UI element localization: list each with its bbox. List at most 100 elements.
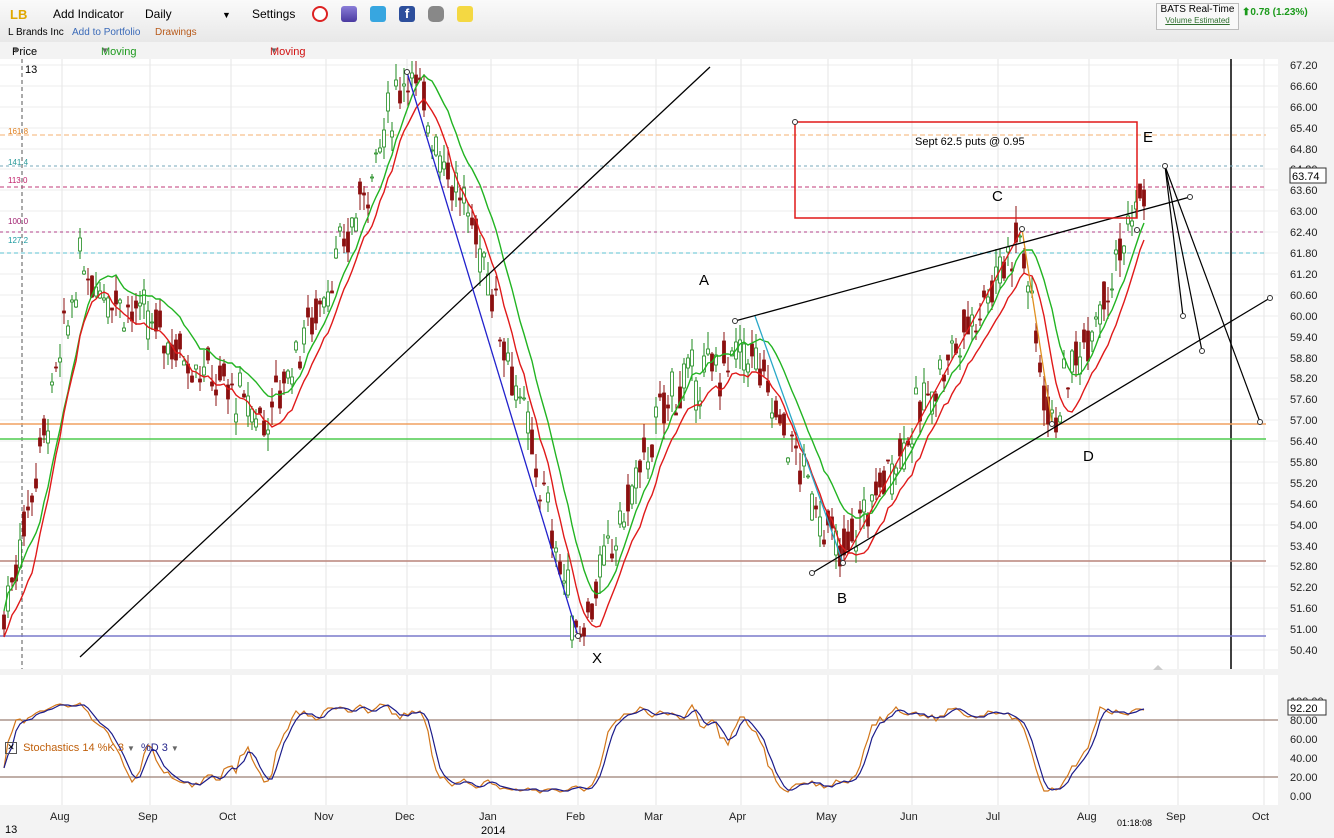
candle-body (242, 393, 246, 398)
candle-body (394, 79, 398, 87)
chevron-down-icon[interactable]: ▼ (270, 46, 278, 55)
drawings-link[interactable]: Drawings (155, 27, 197, 38)
candle-body (198, 378, 202, 383)
candle-body (10, 577, 14, 583)
add-to-portfolio-link[interactable]: Add to Portfolio (72, 27, 140, 38)
point-c-label[interactable]: C (992, 188, 1003, 205)
candle-body (50, 381, 54, 386)
candle-body (726, 370, 730, 373)
candle-body (614, 545, 618, 551)
price-chart[interactable]: 161.8 141.4 113.0 100.0 127.2 67.20 66.60 66.0… (0, 59, 1334, 838)
stoch-tick: 80.00 (1290, 715, 1318, 727)
candle-body (786, 457, 790, 463)
month-tick: Sep (138, 811, 158, 823)
candle-body (546, 492, 550, 503)
month-tick: Jun (900, 811, 918, 823)
candle-body (298, 361, 302, 369)
candle-body (1006, 246, 1010, 253)
facebook-icon[interactable]: f (399, 6, 415, 22)
symbol-label[interactable]: LB (10, 7, 27, 22)
candle-body (582, 627, 586, 637)
stochastics-panel[interactable] (0, 675, 1278, 805)
settings-button[interactable]: Settings (252, 7, 295, 21)
candle-body (282, 371, 286, 384)
period-select[interactable]: Daily (145, 7, 172, 21)
chevron-down-icon[interactable]: ▼ (171, 744, 179, 753)
price-tick: 55.20 (1290, 478, 1318, 490)
candle-body (1058, 415, 1062, 423)
candle-body (1094, 316, 1098, 320)
add-indicator-button[interactable]: Add Indicator (53, 7, 124, 21)
sept-note[interactable]: Sept 62.5 puts @ 0.95 (915, 136, 1025, 148)
candle-body (398, 90, 402, 104)
candle-body (470, 217, 474, 226)
candle-body (498, 339, 502, 342)
fib-label: 113.0 (8, 176, 28, 185)
candle-body (518, 396, 522, 399)
point-e-label[interactable]: E (1143, 129, 1153, 146)
candle-body (958, 355, 962, 358)
point-b-label[interactable]: B (837, 590, 847, 607)
book-icon[interactable] (341, 6, 357, 22)
candle-body (258, 407, 262, 414)
candle-body (490, 294, 494, 312)
stoch-d-label[interactable]: %D 3 (141, 742, 168, 754)
candle-body (1042, 385, 1046, 411)
point-x-label[interactable]: X (592, 650, 602, 667)
camera-icon[interactable] (428, 6, 444, 22)
stoch-k-label[interactable]: Stochastics 14 %K 3 (23, 742, 124, 754)
month-tick: Oct (1252, 811, 1269, 823)
candle-body (138, 302, 142, 307)
candle-body (446, 162, 450, 180)
candle-body (358, 181, 362, 195)
note-icon[interactable] (457, 6, 473, 22)
candle-body (1126, 215, 1130, 225)
candle-body (658, 393, 662, 398)
period-dropdown-icon[interactable]: ▼ (222, 10, 231, 20)
candle-body (762, 359, 766, 372)
candle-body (110, 307, 114, 311)
point-d-label[interactable]: D (1083, 448, 1094, 465)
candle-body (334, 248, 338, 259)
chart-area[interactable]: 161.8 141.4 113.0 100.0 127.2 67.20 66.60 66.0… (0, 59, 1334, 838)
candle-body (182, 360, 186, 366)
candle-body (682, 363, 686, 389)
trade-box-handle[interactable] (792, 119, 798, 125)
candle-body (410, 72, 414, 79)
candle-body (210, 381, 214, 387)
candle-body (1138, 183, 1142, 199)
point-a-label[interactable]: A (699, 272, 709, 289)
candle-body (566, 569, 570, 596)
price-tick: 67.20 (1290, 60, 1318, 72)
candle-body (886, 459, 890, 462)
price-tick: 64.80 (1290, 144, 1318, 156)
chevron-down-icon[interactable]: ▼ (127, 744, 135, 753)
alarm-clock-icon[interactable] (312, 6, 328, 22)
candle-body (86, 278, 90, 281)
month-tick: Mar (644, 811, 663, 823)
close-icon[interactable]: ✕ (5, 742, 17, 755)
drawing-handle (732, 318, 738, 324)
candle-body (302, 327, 306, 345)
candle-body (30, 495, 34, 503)
twitter-icon[interactable] (370, 6, 386, 22)
candle-body (506, 352, 510, 362)
candle-body (1034, 330, 1038, 344)
timestamp: 01:18:08 (1117, 818, 1152, 828)
data-feed-badge[interactable]: BATS Real-Time Volume Estimated (1156, 3, 1239, 30)
candle-body (406, 90, 410, 93)
candle-body (322, 297, 326, 308)
candle-body (502, 341, 506, 361)
candle-body (74, 299, 78, 308)
price-tick: 50.40 (1290, 645, 1318, 657)
stoch-tick: 60.00 (1290, 734, 1318, 746)
feed-subtitle[interactable]: Volume Estimated (1157, 15, 1238, 26)
chevron-down-icon[interactable]: ▼ (12, 46, 20, 55)
candle-body (26, 506, 30, 511)
chevron-down-icon[interactable]: ▼ (101, 46, 109, 55)
candle-body (254, 418, 258, 428)
candle-body (426, 125, 430, 134)
candle-body (178, 333, 182, 350)
candle-body (530, 429, 534, 455)
candle-body (362, 192, 366, 196)
